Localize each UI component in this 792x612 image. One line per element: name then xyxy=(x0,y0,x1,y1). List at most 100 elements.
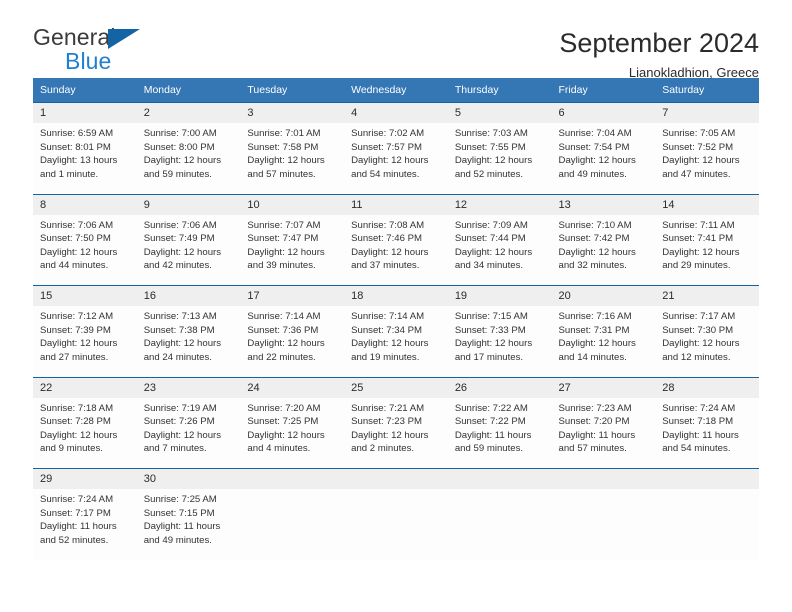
day-number[interactable]: 6 xyxy=(551,102,656,123)
sunset-text: Sunset: 8:01 PM xyxy=(40,141,111,153)
day-number[interactable]: 4 xyxy=(344,102,448,123)
day-number[interactable]: 10 xyxy=(240,193,345,215)
daylight-text-line1: Daylight: 12 hours xyxy=(143,338,222,350)
day-number[interactable]: 16 xyxy=(136,285,241,306)
day-cell[interactable]: Sunrise: 7:07 AM Sunset: 7:47 PM Dayligh… xyxy=(240,214,345,286)
day-cell[interactable]: Sunrise: 7:06 AM Sunset: 7:50 PM Dayligh… xyxy=(33,214,137,286)
day-cell-empty xyxy=(655,489,759,560)
daylight-text-line1: Daylight: 12 hours xyxy=(558,338,636,350)
day-cell[interactable]: Sunrise: 7:18 AM Sunset: 7:28 PM Dayligh… xyxy=(33,397,137,469)
day-number[interactable]: 19 xyxy=(447,285,552,306)
daylight-text-line1: Daylight: 11 hours xyxy=(40,521,117,533)
day-number[interactable]: 5 xyxy=(447,102,552,123)
day-number[interactable]: 3 xyxy=(240,102,345,123)
day-cell[interactable]: Sunrise: 7:04 AM Sunset: 7:54 PM Dayligh… xyxy=(551,123,656,194)
daylight-text-line2: and 7 minutes. xyxy=(143,443,207,455)
daylight-text-line1: Daylight: 12 hours xyxy=(662,155,740,167)
daylight-text-line1: Daylight: 12 hours xyxy=(247,246,325,258)
day-number[interactable]: 26 xyxy=(447,376,552,398)
day-cell[interactable]: Sunrise: 7:11 AM Sunset: 7:41 PM Dayligh… xyxy=(655,214,759,286)
sunset-text: Sunset: 7:44 PM xyxy=(454,233,526,245)
day-cell[interactable]: Sunrise: 7:14 AM Sunset: 7:34 PM Dayligh… xyxy=(344,306,448,377)
day-cell[interactable]: Sunrise: 7:12 AM Sunset: 7:39 PM Dayligh… xyxy=(33,306,137,377)
sunrise-text: Sunrise: 7:24 AM xyxy=(40,494,114,505)
day-cell[interactable]: Sunrise: 7:24 AM Sunset: 7:17 PM Dayligh… xyxy=(33,489,137,560)
day-cell[interactable]: Sunrise: 7:15 AM Sunset: 7:33 PM Dayligh… xyxy=(447,306,552,377)
day-number[interactable]: 11 xyxy=(344,193,448,215)
daylight-text-line1: Daylight: 12 hours xyxy=(662,338,740,350)
daylight-text-line1: Daylight: 12 hours xyxy=(143,155,222,167)
day-cell-empty xyxy=(344,489,448,560)
day-cell[interactable]: Sunrise: 7:05 AM Sunset: 7:52 PM Dayligh… xyxy=(655,123,759,194)
day-cell-empty xyxy=(240,489,345,560)
day-number[interactable]: 24 xyxy=(240,376,345,398)
day-number[interactable]: 17 xyxy=(240,285,345,306)
sunset-text: Sunset: 7:54 PM xyxy=(558,141,630,153)
day-cell[interactable]: Sunrise: 7:01 AM Sunset: 7:58 PM Dayligh… xyxy=(240,123,345,194)
day-cell[interactable]: Sunrise: 7:03 AM Sunset: 7:55 PM Dayligh… xyxy=(447,123,552,194)
day-cell[interactable]: Sunrise: 7:24 AM Sunset: 7:18 PM Dayligh… xyxy=(655,397,759,469)
sunset-text: Sunset: 7:52 PM xyxy=(662,141,734,153)
sunset-text: Sunset: 7:36 PM xyxy=(247,324,319,336)
daylight-text-line2: and 59 minutes. xyxy=(143,168,212,180)
general-blue-logo[interactable]: General Blue xyxy=(33,26,193,78)
day-number[interactable]: 22 xyxy=(33,376,137,398)
day-number[interactable]: 27 xyxy=(551,376,656,398)
day-number[interactable]: 28 xyxy=(655,376,759,398)
day-cell[interactable]: Sunrise: 7:08 AM Sunset: 7:46 PM Dayligh… xyxy=(344,214,448,286)
sunrise-text: Sunrise: 7:15 AM xyxy=(454,311,528,322)
daylight-text-line1: Daylight: 12 hours xyxy=(454,246,533,258)
day-number[interactable]: 7 xyxy=(655,102,759,123)
day-cell[interactable]: Sunrise: 7:06 AM Sunset: 7:49 PM Dayligh… xyxy=(136,214,241,286)
day-cell[interactable]: Sunrise: 7:14 AM Sunset: 7:36 PM Dayligh… xyxy=(240,306,345,377)
day-cell[interactable]: Sunrise: 6:59 AM Sunset: 8:01 PM Dayligh… xyxy=(33,123,137,194)
day-cell[interactable]: Sunrise: 7:19 AM Sunset: 7:26 PM Dayligh… xyxy=(136,397,241,469)
day-number[interactable]: 13 xyxy=(551,193,656,215)
sunset-text: Sunset: 7:41 PM xyxy=(662,233,734,245)
daylight-text-line1: Daylight: 12 hours xyxy=(351,429,429,441)
daylight-text-line1: Daylight: 12 hours xyxy=(662,246,740,258)
day-cell[interactable]: Sunrise: 7:16 AM Sunset: 7:31 PM Dayligh… xyxy=(551,306,656,377)
day-cell[interactable]: Sunrise: 7:09 AM Sunset: 7:44 PM Dayligh… xyxy=(447,214,552,286)
day-cell[interactable]: Sunrise: 7:17 AM Sunset: 7:30 PM Dayligh… xyxy=(655,306,759,377)
day-number[interactable]: 21 xyxy=(655,285,759,306)
day-cell[interactable]: Sunrise: 7:10 AM Sunset: 7:42 PM Dayligh… xyxy=(551,214,656,286)
day-cell[interactable]: Sunrise: 7:22 AM Sunset: 7:22 PM Dayligh… xyxy=(447,397,552,469)
sunset-text: Sunset: 7:31 PM xyxy=(558,324,630,336)
day-cell[interactable]: Sunrise: 7:21 AM Sunset: 7:23 PM Dayligh… xyxy=(344,397,448,469)
day-cell[interactable]: Sunrise: 7:00 AM Sunset: 8:00 PM Dayligh… xyxy=(136,123,241,194)
daylight-text-line2: and 59 minutes. xyxy=(454,443,524,455)
week-row-info: Sunrise: 7:18 AM Sunset: 7:28 PM Dayligh… xyxy=(33,397,759,469)
day-cell[interactable]: Sunrise: 7:23 AM Sunset: 7:20 PM Dayligh… xyxy=(551,397,656,469)
daylight-text-line1: Daylight: 12 hours xyxy=(454,155,533,167)
day-number[interactable]: 23 xyxy=(136,376,241,398)
day-number[interactable]: 9 xyxy=(136,193,241,215)
day-number[interactable]: 2 xyxy=(136,102,241,123)
day-number[interactable]: 12 xyxy=(447,193,552,215)
daylight-text-line2: and 4 minutes. xyxy=(247,443,311,455)
sunset-text: Sunset: 7:46 PM xyxy=(351,233,423,245)
day-number[interactable]: 14 xyxy=(655,193,759,215)
day-number[interactable]: 30 xyxy=(136,468,241,489)
day-number[interactable]: 18 xyxy=(344,285,448,306)
daylight-text-line2: and 39 minutes. xyxy=(247,260,316,272)
day-number[interactable]: 20 xyxy=(551,285,656,306)
sunrise-text: Sunrise: 7:05 AM xyxy=(662,128,736,139)
sunset-text: Sunset: 7:17 PM xyxy=(40,507,111,519)
day-number[interactable]: 8 xyxy=(33,193,137,215)
day-number-empty xyxy=(447,468,552,489)
day-number[interactable]: 15 xyxy=(33,285,137,306)
daylight-text-line2: and 42 minutes. xyxy=(143,260,212,272)
day-number[interactable]: 25 xyxy=(344,376,448,398)
day-cell[interactable]: Sunrise: 7:25 AM Sunset: 7:15 PM Dayligh… xyxy=(136,489,241,560)
daylight-text-line2: and 17 minutes. xyxy=(454,351,524,363)
day-cell[interactable]: Sunrise: 7:02 AM Sunset: 7:57 PM Dayligh… xyxy=(344,123,448,194)
day-number-empty xyxy=(344,468,448,489)
day-number[interactable]: 1 xyxy=(33,102,137,123)
sunset-text: Sunset: 7:20 PM xyxy=(558,416,630,428)
day-number[interactable]: 29 xyxy=(33,468,137,489)
daylight-text-line1: Daylight: 12 hours xyxy=(40,429,118,441)
daylight-text-line2: and 29 minutes. xyxy=(662,260,731,272)
day-cell[interactable]: Sunrise: 7:20 AM Sunset: 7:25 PM Dayligh… xyxy=(240,397,345,469)
day-cell[interactable]: Sunrise: 7:13 AM Sunset: 7:38 PM Dayligh… xyxy=(136,306,241,377)
